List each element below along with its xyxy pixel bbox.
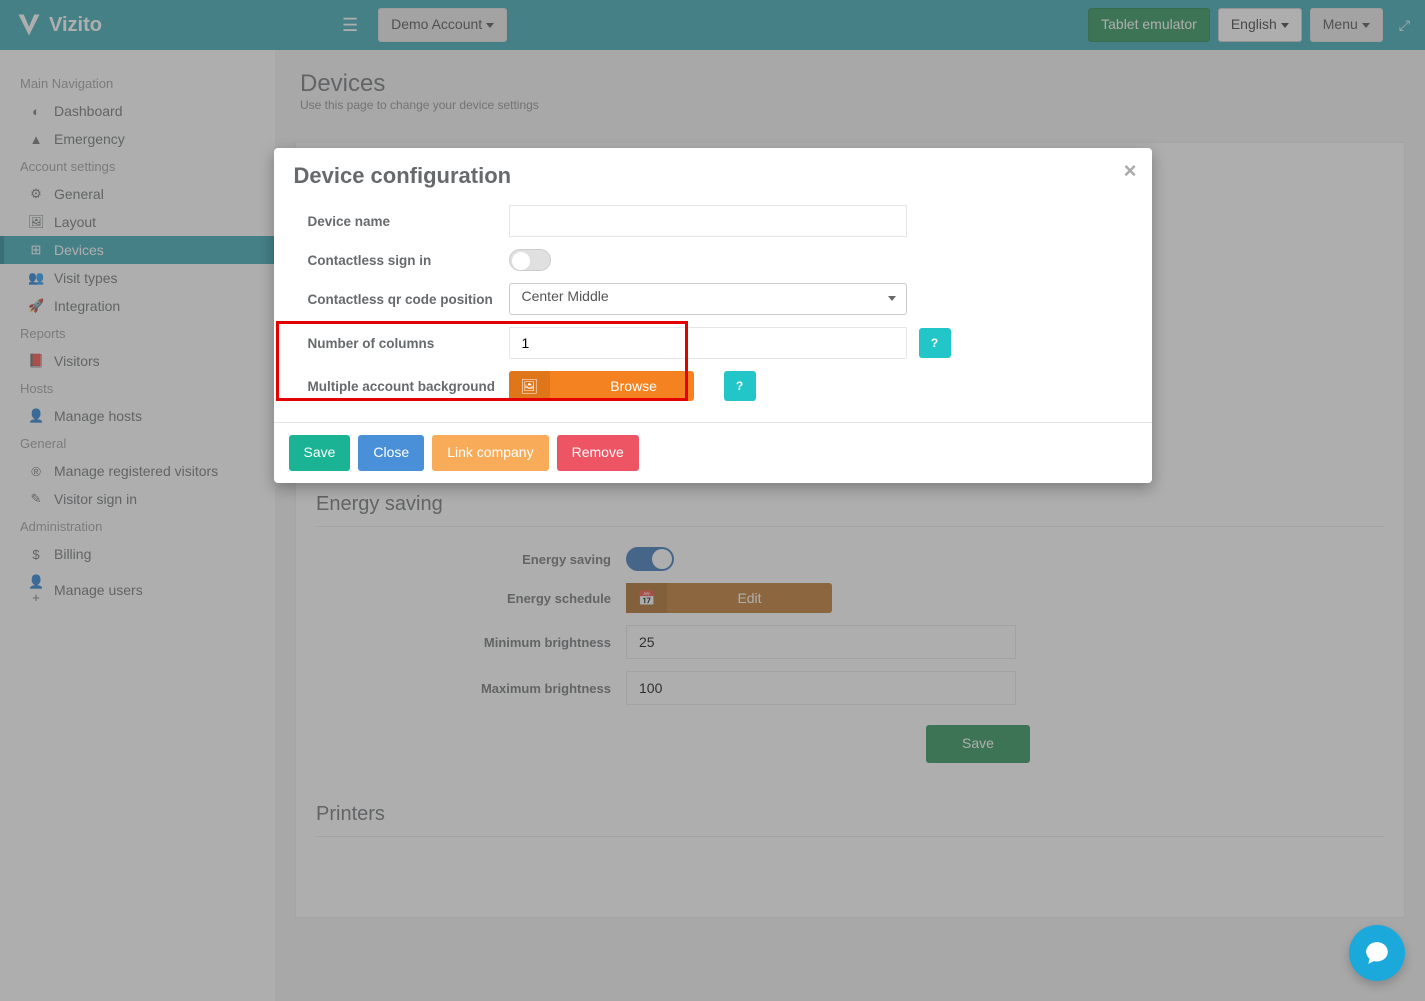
modal-title: Device configuration: [294, 163, 1132, 189]
browse-background-button[interactable]: 🖼 Browse: [509, 371, 694, 401]
qr-position-label: Contactless qr code position: [294, 292, 509, 307]
columns-input[interactable]: [509, 327, 907, 359]
caret-icon: [888, 296, 896, 301]
background-label: Multiple account background: [294, 379, 509, 394]
device-config-modal: Device configuration × Device name Conta…: [274, 148, 1152, 483]
modal-remove-button[interactable]: Remove: [557, 435, 639, 471]
image-icon: 🖼: [509, 371, 551, 401]
device-name-input[interactable]: [509, 205, 907, 237]
modal-close-button[interactable]: Close: [358, 435, 424, 471]
columns-help-button[interactable]: ?: [919, 328, 951, 358]
background-help-button[interactable]: ?: [724, 371, 756, 401]
chat-widget-button[interactable]: [1349, 925, 1405, 981]
chat-icon: [1364, 940, 1390, 966]
contactless-toggle[interactable]: [509, 249, 551, 271]
qr-position-select[interactable]: Center Middle: [509, 283, 907, 315]
device-name-label: Device name: [294, 214, 509, 229]
modal-link-company-button[interactable]: Link company: [432, 435, 548, 471]
modal-save-button[interactable]: Save: [289, 435, 351, 471]
modal-close-icon[interactable]: ×: [1124, 158, 1137, 184]
qr-position-value: Center Middle: [522, 288, 609, 304]
contactless-label: Contactless sign in: [294, 253, 509, 268]
modal-backdrop: Device configuration × Device name Conta…: [0, 0, 1425, 1001]
columns-label: Number of columns: [294, 336, 509, 351]
